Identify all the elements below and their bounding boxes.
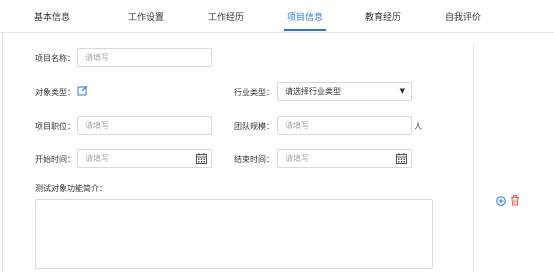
industry-type-value: 请选择行业类型 <box>285 87 341 96</box>
intro-label: 测试对象功能简介： <box>35 184 107 193</box>
panel-divider <box>473 44 474 272</box>
industry-type-select[interactable]: 请选择行业类型 ▼ <box>277 82 412 101</box>
team-size-input[interactable]: 请填写 <box>277 116 412 135</box>
project-name-label: 项目名称： <box>35 54 75 63</box>
intro-textarea[interactable] <box>35 199 433 269</box>
start-time-input[interactable]: 请填写 <box>77 149 212 168</box>
team-size-unit: 人 <box>414 122 422 131</box>
team-size-label: 团队规模： <box>234 122 274 131</box>
end-time-placeholder: 请填写 <box>285 154 309 163</box>
project-name-input[interactable]: 请填写 <box>77 48 212 67</box>
chevron-down-icon: ▼ <box>399 87 405 95</box>
tab-basic-info[interactable]: 基本信息 <box>34 10 70 23</box>
end-time-label: 结束时间： <box>234 155 274 164</box>
add-circle-icon[interactable] <box>496 196 506 206</box>
tab-project-info[interactable]: 项目信息 <box>287 10 323 23</box>
tab-bar: 基本信息 工作设置 工作经历 项目信息 教育经历 自我评价 <box>0 0 554 33</box>
tab-work-history[interactable]: 工作经历 <box>208 10 244 23</box>
active-tab-indicator <box>284 29 326 31</box>
calendar-icon[interactable] <box>396 153 407 164</box>
edit-icon[interactable] <box>77 85 88 96</box>
industry-type-label: 行业类型： <box>234 88 274 97</box>
start-time-label: 开始时间： <box>35 155 75 164</box>
panel-border-left <box>2 33 3 272</box>
tab-education[interactable]: 教育经历 <box>365 10 401 23</box>
end-time-input[interactable]: 请填写 <box>277 149 412 168</box>
project-role-label: 项目职位： <box>35 122 75 131</box>
object-type-label: 对象类型： <box>35 88 75 97</box>
project-role-input[interactable]: 请填写 <box>77 116 212 135</box>
start-time-placeholder: 请填写 <box>85 154 109 163</box>
trash-icon[interactable] <box>510 195 520 206</box>
tab-work-settings[interactable]: 工作设置 <box>128 10 164 23</box>
tab-self-evaluation[interactable]: 自我评价 <box>445 10 481 23</box>
calendar-icon[interactable] <box>196 153 207 164</box>
